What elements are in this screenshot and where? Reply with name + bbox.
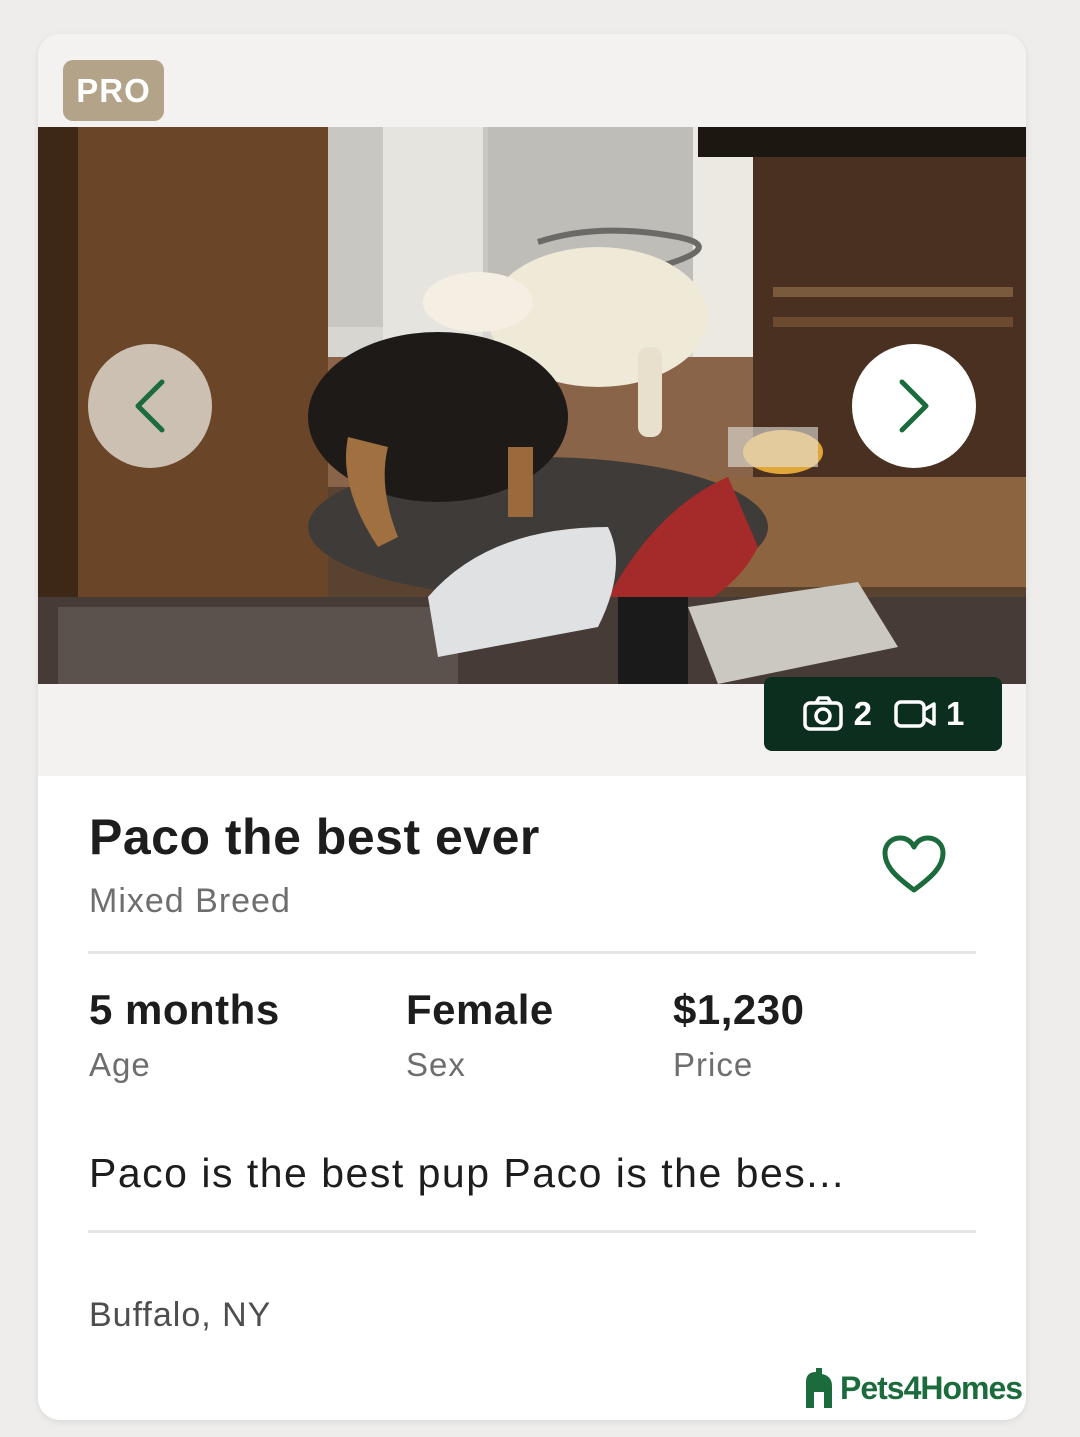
pro-badge: PRO <box>63 60 164 121</box>
listing-location: Buffalo, NY <box>89 1296 272 1334</box>
listing-breed: Mixed Breed <box>89 882 291 920</box>
stat-sex: Female Sex <box>406 986 554 1084</box>
pets4homes-logo-mark <box>806 1368 832 1408</box>
heart-icon <box>882 835 946 893</box>
listing-title[interactable]: Paco the best ever <box>89 808 540 866</box>
pets4homes-logo: Pets4Homes <box>802 1366 1023 1410</box>
divider <box>88 1230 976 1233</box>
media-count-badge: 2 1 <box>764 677 1002 751</box>
photo-count-value: 2 <box>853 695 872 732</box>
favorite-button[interactable] <box>876 830 952 900</box>
next-photo-button[interactable] <box>852 344 976 468</box>
video-count-value: 1 <box>946 695 965 732</box>
stat-price: $1,230 Price <box>673 986 804 1084</box>
video-count: 1 <box>894 695 964 733</box>
stat-age-value: 5 months <box>89 986 280 1033</box>
stat-age-label: Age <box>89 1046 151 1083</box>
listing-description: Paco is the best pup Paco is the bes... <box>89 1150 845 1196</box>
divider <box>88 951 976 954</box>
photo-count: 2 <box>802 695 872 733</box>
stat-price-value: $1,230 <box>673 986 805 1033</box>
stat-age: 5 months Age <box>89 986 280 1084</box>
pets4homes-logo-text: Pets4Homes <box>840 1369 1023 1406</box>
media-area: PRO 2 1 <box>38 34 1026 776</box>
stat-price-label: Price <box>673 1046 754 1083</box>
video-icon <box>894 700 936 728</box>
chevron-left-icon <box>135 379 165 433</box>
chevron-right-icon <box>899 379 929 433</box>
stat-sex-label: Sex <box>406 1046 466 1083</box>
stat-sex-value: Female <box>406 986 554 1033</box>
camera-icon <box>802 696 843 731</box>
listing-card[interactable]: PRO 2 1 Paco the best ever Mixed Breed 5… <box>38 34 1026 1420</box>
previous-photo-button[interactable] <box>88 344 212 468</box>
